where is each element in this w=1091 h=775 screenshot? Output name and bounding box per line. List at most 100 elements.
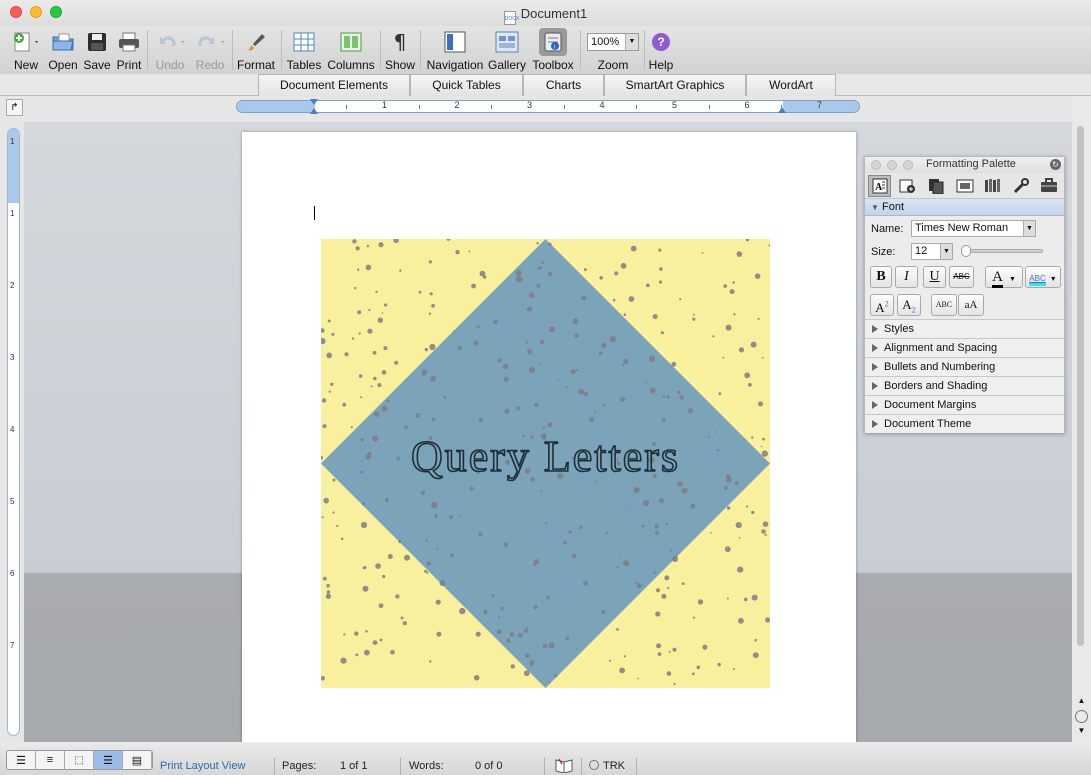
spelling-book-icon[interactable] [554, 757, 574, 775]
previous-page-button[interactable]: ▲ [1075, 696, 1088, 708]
alignment-spacing-section[interactable]: Alignment and Spacing [865, 338, 1064, 357]
next-page-button[interactable]: ▼ [1075, 726, 1088, 738]
speckle-dot [365, 630, 368, 633]
palette-close-button[interactable] [871, 160, 881, 170]
tab-charts[interactable]: Charts [523, 74, 604, 96]
underline-button[interactable]: U [923, 266, 946, 288]
reference-tools-icon[interactable] [981, 175, 1004, 197]
undo-button[interactable]: Undo [151, 26, 189, 74]
font-size-select[interactable]: 12 ▼ [911, 243, 953, 260]
outline-view-button[interactable]: ≡ [36, 751, 65, 769]
palette-title-bar[interactable]: Formatting Palette ↻ [865, 157, 1064, 173]
font-color-button[interactable]: A ▼ [985, 266, 1023, 288]
horizontal-ruler[interactable]: 1 2 3 4 5 6 7 [236, 99, 860, 114]
speckle-dot [504, 408, 510, 414]
speckle-dot [529, 663, 533, 667]
ruler-tick [491, 105, 492, 109]
scrollbar-thumb[interactable] [1077, 126, 1084, 646]
speckle-dot [726, 597, 729, 600]
borders-shading-section[interactable]: Borders and Shading [865, 376, 1064, 395]
format-button[interactable]: Format [236, 26, 276, 74]
italic-button[interactable]: I [895, 266, 918, 288]
speckle-dot [679, 395, 684, 400]
document-theme-section[interactable]: Document Theme [865, 414, 1064, 433]
font-size-slider-thumb[interactable] [961, 245, 971, 257]
tab-quick-tables[interactable]: Quick Tables [410, 74, 523, 96]
columns-button[interactable]: Columns [326, 26, 376, 74]
project-palette-icon[interactable] [1038, 175, 1061, 197]
speckle-dot [502, 364, 509, 370]
vertical-scrollbar[interactable]: ▲ ▼ [1072, 96, 1091, 742]
tab-smartart-graphics[interactable]: SmartArt Graphics [604, 74, 746, 96]
gallery-button[interactable]: Gallery [487, 26, 527, 74]
speckle-dot [449, 515, 454, 520]
notebook-layout-button[interactable]: ▤ [123, 751, 152, 769]
small-caps-button[interactable]: ABC [931, 294, 957, 316]
zoom-control[interactable]: 100% ▼ Zoom [585, 26, 641, 74]
speckle-dot [738, 347, 745, 353]
help-button[interactable]: ? Help [647, 26, 675, 74]
draft-view-button[interactable]: ☰ [7, 751, 36, 769]
font-size-slider[interactable] [961, 245, 1043, 257]
change-case-button[interactable]: aA [958, 294, 984, 316]
font-name-select[interactable]: Times New Roman ▼ [911, 220, 1036, 237]
speckle-dot [368, 308, 371, 312]
first-line-indent-marker[interactable] [310, 99, 318, 105]
citations-icon[interactable] [925, 175, 948, 197]
track-changes-indicator[interactable]: TRK [589, 760, 625, 772]
styles-section[interactable]: Styles [865, 319, 1064, 338]
font-section-header[interactable]: ▼ Font [865, 199, 1064, 216]
gallery-label: Gallery [487, 58, 526, 72]
strikethrough-button[interactable]: ABC [949, 266, 974, 288]
palette-minimize-button[interactable] [887, 160, 897, 170]
palette-zoom-button[interactable] [903, 160, 913, 170]
hanging-indent-marker[interactable] [310, 108, 318, 114]
undo-label: Undo [155, 58, 185, 72]
publishing-layout-button[interactable]: ⬚ [65, 751, 94, 769]
subscript-button[interactable]: A2 [897, 294, 921, 316]
save-button[interactable]: Save [82, 26, 112, 74]
navigation-button[interactable]: Navigation [425, 26, 485, 74]
document-margins-section[interactable]: Document Margins [865, 395, 1064, 414]
speckle-dot [332, 478, 336, 482]
speckle-dot [568, 530, 572, 534]
view-name: Print Layout View [160, 760, 246, 772]
scrapbook-icon[interactable] [953, 175, 976, 197]
speckle-dot [370, 385, 373, 388]
highlight-color-button[interactable]: ABC ▼ [1025, 266, 1061, 288]
speckle-dot [757, 317, 760, 320]
navigation-pane-icon [444, 26, 466, 58]
toolbox-button[interactable]: i Toolbox [530, 26, 576, 74]
redo-button[interactable]: Redo [191, 26, 229, 74]
print-button[interactable]: Print [114, 26, 144, 74]
compatibility-report-icon[interactable] [1009, 175, 1032, 197]
zoom-select[interactable]: 100% ▼ [587, 33, 639, 51]
vertical-ruler[interactable]: 1 1 2 3 4 5 6 7 [0, 122, 24, 742]
palette-collapse-icon[interactable]: ↻ [1050, 159, 1061, 170]
open-button[interactable]: Open [47, 26, 79, 74]
tab-stop-selector[interactable]: ↱ [6, 99, 23, 116]
query-letters-image[interactable]: Query Letters [319, 237, 771, 688]
print-layout-button[interactable]: ☰ [94, 751, 123, 769]
tab-document-elements[interactable]: Document Elements [258, 74, 410, 96]
palette-title: Formatting Palette [926, 158, 1016, 170]
formatting-palette[interactable]: Formatting Palette ↻ A ▼ Font Name: Time… [864, 156, 1065, 433]
formatting-palette-icon[interactable]: A [868, 175, 892, 197]
bold-button[interactable]: B [870, 266, 892, 288]
tables-button[interactable]: Tables [286, 26, 322, 74]
right-indent-marker[interactable] [778, 107, 786, 113]
object-palette-icon[interactable] [896, 175, 919, 197]
tab-wordart[interactable]: WordArt [746, 74, 836, 96]
speckle-dot [330, 382, 334, 386]
browse-object-button[interactable] [1075, 710, 1088, 723]
new-button[interactable]: New [9, 26, 43, 74]
undo-arrow-icon [153, 26, 187, 58]
speckle-dot [609, 336, 616, 343]
help-icon: ? [652, 26, 670, 58]
show-button[interactable]: ¶ Show [384, 26, 416, 74]
bullets-numbering-section[interactable]: Bullets and Numbering [865, 357, 1064, 376]
speckle-dot [361, 502, 366, 506]
speckle-dot [536, 283, 541, 288]
speckle-dot [375, 563, 381, 569]
superscript-button[interactable]: A2 [870, 294, 894, 316]
